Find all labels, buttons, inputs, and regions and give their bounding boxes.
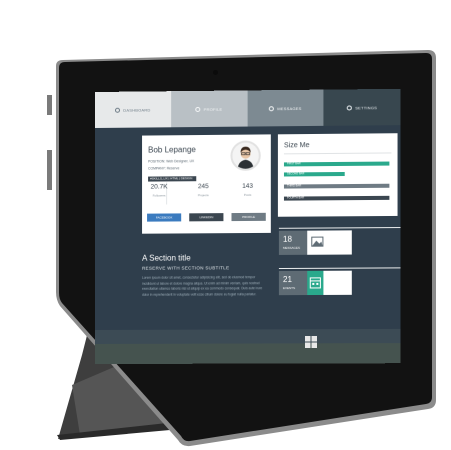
calendar-icon: [307, 271, 323, 295]
tile-number: 21: [283, 275, 292, 284]
bar-label: FIRST BAR: [287, 162, 301, 165]
tab-settings[interactable]: SETTINGS: [324, 89, 401, 126]
tile-number: 18: [283, 235, 292, 244]
tile-caption: EVENTS: [283, 286, 295, 290]
user-icon: [196, 106, 201, 111]
tile-counter: 21 EVENTS: [279, 271, 307, 295]
section-paragraph: Lorem ipsum dolor sit amet, consectetur …: [142, 275, 263, 298]
tablet-screen: DASHBOARD PROFILE MESSAGES SETTINGS Bob …: [95, 89, 401, 364]
skills-badge: #SKILLS_UX | HTML | DESIGN: [148, 176, 196, 181]
tile-caption: MESSAGES: [283, 246, 300, 250]
profile-position: POSITION: Web Designer, UX: [148, 159, 194, 163]
stat-posts-value: 143: [235, 183, 261, 190]
tab-label: MESSAGES: [277, 105, 301, 110]
stat-followers-label: Followers: [146, 193, 172, 197]
stat-projects-label: Projects: [190, 193, 216, 197]
top-navigation: DASHBOARD PROFILE MESSAGES SETTINGS: [95, 89, 401, 128]
profile-company: COMPANY: Reserve: [148, 166, 179, 170]
profile-button[interactable]: PROFILE: [231, 213, 265, 221]
tab-label: SETTINGS: [355, 105, 377, 110]
size-me-card: Size Me FIRST BAR SECOND BAR THIRD BAR F…: [278, 133, 398, 217]
progress-bar-2: SECOND BAR: [284, 172, 345, 177]
section-subtitle: RESERVE WITH SECTION SUBTITLE: [142, 265, 229, 270]
facebook-button[interactable]: FACEBOOK: [147, 213, 181, 221]
avatar[interactable]: [230, 141, 260, 171]
front-camera: [213, 70, 218, 75]
calendar-badge: [307, 271, 323, 295]
stat-projects-value: 245: [190, 183, 216, 190]
divider: [284, 152, 391, 154]
tile-counter: 18 MESSAGES: [279, 231, 307, 255]
profile-card: Bob Lepange POSITION: Web Designer, UX C…: [142, 134, 271, 233]
section-title: A Section title: [142, 253, 191, 262]
stat-posts-label: Posts: [235, 193, 261, 197]
tile-rule: [279, 267, 401, 269]
messages-tile[interactable]: 18 MESSAGES: [279, 230, 352, 255]
bar-label: FOURTH BAR: [287, 196, 304, 199]
bar-label: SECOND BAR: [287, 172, 304, 175]
size-me-title: Size Me: [284, 142, 310, 149]
tab-label: PROFILE: [204, 106, 223, 111]
gear-icon: [347, 105, 352, 110]
tab-messages[interactable]: MESSAGES: [247, 90, 324, 127]
mail-icon: [269, 106, 274, 111]
image-icon: [311, 237, 323, 247]
windows-logo-icon[interactable]: [305, 336, 317, 348]
events-tile[interactable]: 21 EVENTS: [279, 271, 352, 296]
tab-dashboard[interactable]: DASHBOARD: [95, 91, 171, 128]
dashboard-icon: [115, 107, 120, 112]
progress-bar-4: FOURTH BAR: [284, 196, 389, 201]
tab-label: DASHBOARD: [123, 107, 150, 112]
linkedin-button[interactable]: LINKEDIN: [189, 213, 223, 221]
person-portrait-icon: [233, 143, 259, 169]
progress-bar-1: FIRST BAR: [284, 162, 389, 167]
bar-label: THIRD BAR: [287, 184, 301, 187]
tile-rule: [279, 227, 401, 229]
progress-bar-3: THIRD BAR: [284, 184, 389, 189]
profile-name: Bob Lepange: [148, 145, 196, 154]
stat-followers-value: 20.7K: [146, 183, 172, 190]
footer-band-green: [95, 343, 401, 364]
tab-profile[interactable]: PROFILE: [171, 90, 247, 127]
